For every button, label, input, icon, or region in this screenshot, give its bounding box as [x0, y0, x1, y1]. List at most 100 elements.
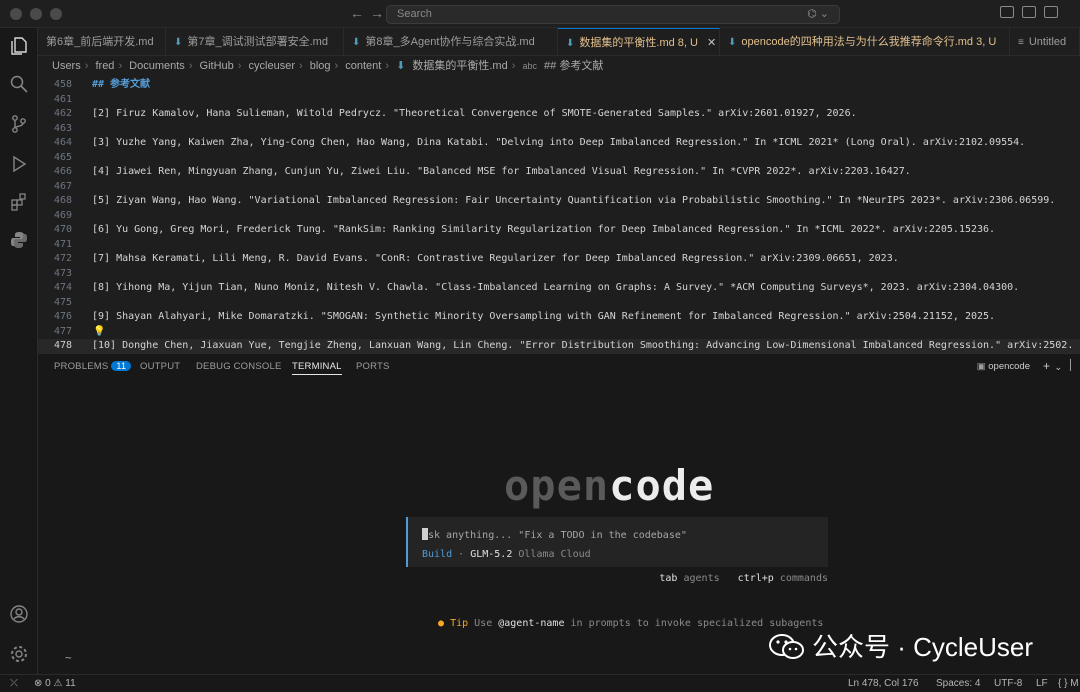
markdown-file-icon: ⬇: [352, 37, 361, 48]
breadcrumb-item[interactable]: GitHub: [200, 60, 234, 72]
editor-line[interactable]: 458 ## 参考文献: [38, 78, 1080, 93]
editor-line[interactable]: 467: [38, 180, 1080, 195]
tab-debug-console[interactable]: DEBUG CONSOLE: [196, 361, 281, 372]
breadcrumb-item[interactable]: blog: [310, 60, 331, 72]
forward-arrow-icon[interactable]: →: [370, 5, 384, 21]
line-text: [5] Ziyan Wang, Hao Wang. "Variational I…: [92, 195, 1056, 206]
problems-status[interactable]: ⊗ 0 ⚠ 11: [34, 675, 76, 692]
tab-untitled[interactable]: ≡ Untitled: [1010, 28, 1080, 55]
editor-line[interactable]: 472 [7] Mahsa Keramati, Lili Meng, R. Dav…: [38, 252, 1080, 267]
close-window-button[interactable]: [10, 8, 22, 20]
line-text: [9] Shayan Alahyari, Mike Domaratzki. "S…: [92, 311, 996, 322]
editor-line[interactable]: 462 [2] Firuz Kamalov, Hana Sulieman, Wit…: [38, 107, 1080, 122]
search-placeholder: Search: [397, 8, 432, 20]
editor-line[interactable]: 466 [4] Jiawei Ren, Mingyuan Zhang, Cunju…: [38, 165, 1080, 180]
line-number: 469: [53, 209, 72, 221]
editor-line[interactable]: 465: [38, 151, 1080, 166]
back-arrow-icon[interactable]: ←: [350, 5, 364, 21]
prompt-placeholder: sk anything... "Fix a TODO in the codeba…: [422, 528, 687, 541]
line-number: 473: [53, 267, 72, 279]
separator-dot: ·: [458, 549, 465, 560]
prompt-input[interactable]: sk anything... "Fix a TODO in the codeba…: [406, 517, 828, 567]
breadcrumb-item[interactable]: ## 参考文献: [544, 60, 603, 72]
tab-problems[interactable]: PROBLEMS 11: [54, 361, 132, 372]
cursor-position[interactable]: Ln 478, Col 176: [848, 675, 919, 692]
editor-line[interactable]: 474 [8] Yihong Ma, Yijun Tian, Nuno Moniz…: [38, 281, 1080, 296]
close-icon[interactable]: ✕: [707, 37, 716, 49]
breadcrumb-item[interactable]: 数据集的平衡性.md: [412, 60, 507, 72]
editor-line[interactable]: 464 [3] Yuzhe Yang, Kaiwen Zha, Ying-Cong…: [38, 136, 1080, 151]
chevron-down-icon[interactable]: ⌄: [1054, 362, 1062, 373]
breadcrumb-item[interactable]: Users: [52, 60, 81, 72]
terminal-area[interactable]: opencode sk anything... "Fix a TODO in t…: [38, 379, 1080, 674]
line-number: 475: [53, 296, 72, 308]
status-bar: ⤫ ⊗ 0 ⚠ 11 Ln 478, Col 176 Spaces: 4 UTF…: [0, 674, 1080, 692]
problems-count-badge: 11: [111, 361, 132, 371]
editor-line[interactable]: 478 [10] Donghe Chen, Jiaxuan Yue, Tengji…: [38, 339, 1080, 353]
lightbulb-icon[interactable]: 💡: [93, 325, 105, 340]
remote-icon[interactable]: ⤫: [10, 675, 18, 692]
encoding[interactable]: UTF-8: [994, 675, 1022, 692]
model-name[interactable]: GLM-5.2: [470, 549, 512, 560]
editor-line[interactable]: 471: [38, 238, 1080, 253]
language-mode[interactable]: { } Markdown: [1058, 675, 1078, 692]
python-icon[interactable]: [8, 230, 30, 252]
more-actions-icon[interactable]: │: [1068, 360, 1074, 371]
command-center-search[interactable]: Search ⌬ ⌄: [386, 5, 840, 24]
line-text: ## 参考文献: [92, 79, 151, 90]
breadcrumb: Users › fred › Documents › GitHub › cycleuse…: [52, 60, 604, 72]
extensions-icon[interactable]: [8, 192, 30, 214]
tab-ports[interactable]: PORTS: [356, 361, 390, 372]
breadcrumb-item[interactable]: content: [345, 60, 381, 72]
minimize-window-button[interactable]: [30, 8, 42, 20]
run-debug-icon[interactable]: [8, 154, 30, 176]
line-number: 458: [53, 79, 72, 90]
editor-line[interactable]: 476 [9] Shayan Alahyari, Mike Domaratzki.…: [38, 310, 1080, 325]
maximize-window-button[interactable]: [50, 8, 62, 20]
line-ending[interactable]: LF: [1036, 675, 1048, 692]
terminal-instance[interactable]: ▣ opencode: [977, 361, 1030, 372]
breadcrumb-item[interactable]: fred: [95, 60, 114, 72]
search-icon[interactable]: [8, 74, 30, 96]
line-text: [10] Donghe Chen, Jiaxuan Yue, Tengjie Z…: [92, 340, 1074, 351]
account-icon[interactable]: [8, 604, 30, 626]
line-number: 461: [53, 93, 72, 105]
tip-text: Use: [474, 618, 493, 629]
explorer-icon[interactable]: [8, 36, 30, 58]
editor-line[interactable]: 470 [6] Yu Gong, Greg Mori, Frederick Tun…: [38, 223, 1080, 238]
tab-opencode[interactable]: ⬇ opencode的四种用法与为什么我推荐命令行.md 3, U: [720, 28, 1010, 55]
tab-terminal[interactable]: TERMINAL: [292, 361, 342, 375]
editor-line[interactable]: 463: [38, 122, 1080, 137]
toggle-panel-icon[interactable]: [1022, 6, 1036, 18]
editor-line[interactable]: 477 💡: [38, 325, 1080, 340]
new-terminal-icon[interactable]: +: [1043, 359, 1050, 373]
tab-chapter8[interactable]: ⬇ 第8章_多Agent协作与综合实战.md: [344, 28, 558, 55]
tab-chapter6[interactable]: 第6章_前后端开发.md: [38, 28, 166, 55]
line-number: 465: [53, 151, 72, 163]
logo-code: code: [609, 461, 715, 510]
editor-line[interactable]: 475: [38, 296, 1080, 311]
tab-label: opencode的四种用法与为什么我推荐命令行.md: [741, 36, 974, 48]
editor-line[interactable]: 468 [5] Ziyan Wang, Hao Wang. "Variationa…: [38, 194, 1080, 209]
chat-icon[interactable]: ⌬ ⌄: [807, 7, 829, 20]
source-control-icon[interactable]: [8, 114, 30, 136]
terminal-icon: ▣: [976, 361, 986, 372]
editor-line[interactable]: 469: [38, 209, 1080, 224]
editor-line[interactable]: 473: [38, 267, 1080, 282]
toggle-secondary-sidebar-icon[interactable]: [1044, 6, 1058, 18]
editor-line[interactable]: 461: [38, 93, 1080, 108]
line-text: [7] Mahsa Keramati, Lili Meng, R. David …: [92, 253, 899, 264]
indentation[interactable]: Spaces: 4: [936, 675, 980, 692]
settings-gear-icon[interactable]: [8, 644, 30, 666]
breadcrumb-item[interactable]: Documents: [129, 60, 185, 72]
editor-tabs: 第6章_前后端开发.md ⬇ 第7章_调试测试部署安全.md ⬇ 第8章_多Agen…: [38, 28, 1080, 56]
editor-text-area[interactable]: 458 ## 参考文献 461 462 [2] Firuz Kamalov, Hana …: [38, 76, 1080, 353]
tab-dataset-balance[interactable]: ⬇ 数据集的平衡性.md 8, U ✕: [558, 28, 720, 55]
tab-chapter7[interactable]: ⬇ 第7章_调试测试部署安全.md: [166, 28, 344, 55]
tab-output[interactable]: OUTPUT: [140, 361, 180, 372]
toggle-sidebar-icon[interactable]: [1000, 6, 1014, 18]
line-text: [4] Jiawei Ren, Mingyuan Zhang, Cunjun Y…: [92, 166, 911, 177]
breadcrumb-item[interactable]: cycleuser: [249, 60, 295, 72]
agent-mode[interactable]: Build: [422, 549, 452, 560]
line-number: 471: [53, 238, 72, 250]
